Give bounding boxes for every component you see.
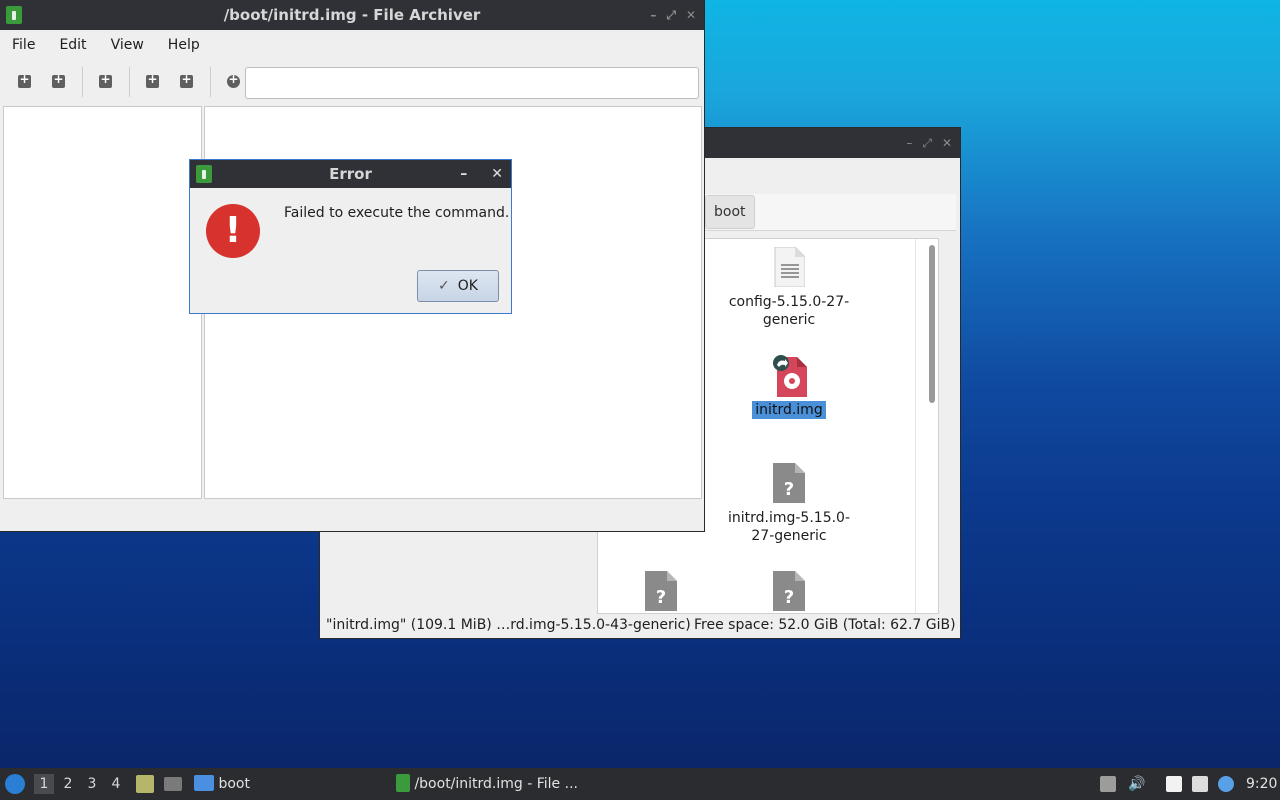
file-name: initrd.img-5.15.0-27-generic (727, 510, 851, 544)
network-icon[interactable] (1192, 776, 1208, 792)
stop-icon[interactable] (220, 68, 248, 96)
menu-edit[interactable]: Edit (47, 37, 98, 53)
maximize-icon[interactable]: ⤢ (666, 8, 676, 23)
new-archive-icon[interactable] (11, 68, 39, 96)
archiver-app-icon (396, 774, 410, 792)
minimize-icon[interactable]: – (650, 8, 656, 22)
disc-image-icon (773, 355, 807, 397)
workspace-3[interactable]: 3 (82, 774, 102, 794)
maximize-icon[interactable]: ⤢ (922, 136, 932, 151)
menu-help[interactable]: Help (156, 37, 212, 53)
menu-file[interactable]: File (0, 37, 47, 53)
close-icon[interactable]: ✕ (491, 166, 503, 182)
error-dialog: Error – ✕ ! Failed to execute the comman… (190, 160, 511, 313)
file-item[interactable]: ? (724, 571, 854, 613)
status-selection: "initrd.img" (109.1 MiB) …rd.img-5.15.0-… (326, 617, 691, 633)
file-item[interactable]: config-5.15.0-27-generic (724, 246, 854, 329)
breadcrumb-boot[interactable]: boot (705, 195, 755, 229)
notification-icon[interactable] (1218, 776, 1234, 792)
ok-button[interactable]: ✓ OK (417, 270, 499, 302)
unknown-file-icon: ? (773, 463, 805, 503)
taskbar: 1 2 3 4 boot /boot/initrd.img - File ...… (0, 768, 1280, 800)
location-input[interactable] (245, 67, 699, 99)
error-icon: ! (206, 204, 260, 258)
open-archive-icon[interactable] (45, 68, 73, 96)
file-manager-launcher-icon[interactable] (136, 775, 154, 793)
svg-text:?: ? (656, 587, 666, 608)
task-archiver-label: /boot/initrd.img - File ... (414, 776, 578, 792)
scrollbar-track[interactable] (915, 239, 938, 613)
svg-text:?: ? (784, 587, 794, 608)
menu-view[interactable]: View (99, 37, 156, 53)
show-desktop-icon[interactable] (164, 777, 182, 791)
archiver-app-icon (196, 165, 212, 183)
ok-label: OK (457, 278, 478, 294)
minimize-icon[interactable]: – (460, 166, 467, 182)
extract-icon[interactable] (92, 68, 120, 96)
unknown-file-icon: ? (645, 571, 677, 611)
scrollbar-thumb[interactable] (929, 245, 935, 403)
file-name: initrd.img (752, 401, 826, 419)
dialog-title: Error (329, 165, 372, 183)
clock[interactable]: 9:20 (1246, 768, 1277, 800)
file-item[interactable]: ? initrd.img-5.15.0-27-generic (724, 463, 854, 545)
folder-tree-pane[interactable] (3, 106, 202, 499)
svg-text:?: ? (784, 479, 794, 500)
add-folder-icon[interactable] (173, 68, 201, 96)
close-icon[interactable]: ✕ (686, 8, 696, 22)
close-icon[interactable]: ✕ (942, 136, 952, 150)
eject-icon[interactable] (1100, 776, 1116, 792)
window-title: /boot/initrd.img - File Archiver (223, 6, 481, 24)
clipboard-icon[interactable] (1166, 776, 1182, 792)
task-boot-label: boot (218, 776, 250, 792)
text-file-icon (773, 246, 806, 288)
task-file-archiver[interactable]: /boot/initrd.img - File ... (396, 768, 578, 800)
volume-icon[interactable]: 🔊 (1128, 776, 1145, 792)
archiver-titlebar[interactable]: /boot/initrd.img - File Archiver – ⤢ ✕ (0, 0, 704, 30)
error-message: Failed to execute the command. (284, 205, 510, 221)
file-item-selected[interactable]: initrd.img (724, 355, 854, 419)
checkmark-icon: ✓ (438, 278, 450, 294)
workspace-4[interactable]: 4 (106, 774, 126, 794)
file-name: config-5.15.0-27-generic (728, 294, 850, 328)
status-bar: "initrd.img" (109.1 MiB) …rd.img-5.15.0-… (320, 612, 960, 638)
folder-icon (194, 775, 214, 791)
file-item[interactable]: ? (598, 571, 726, 613)
workspace-1[interactable]: 1 (34, 774, 54, 794)
unknown-file-icon: ? (773, 571, 805, 611)
workspace-2[interactable]: 2 (58, 774, 78, 794)
toolbar-separator (129, 67, 130, 97)
start-menu-icon[interactable] (5, 774, 25, 794)
add-files-icon[interactable] (139, 68, 167, 96)
status-free-space: Free space: 52.0 GiB (Total: 62.7 GiB) (694, 617, 956, 633)
menu-bar: File Edit View Help (0, 30, 704, 60)
task-boot[interactable]: boot (194, 768, 250, 800)
archiver-app-icon (6, 6, 22, 24)
minimize-icon[interactable]: – (906, 136, 912, 150)
toolbar-separator (82, 67, 83, 97)
dialog-titlebar[interactable]: Error – ✕ (190, 160, 511, 188)
toolbar-separator (210, 67, 211, 97)
